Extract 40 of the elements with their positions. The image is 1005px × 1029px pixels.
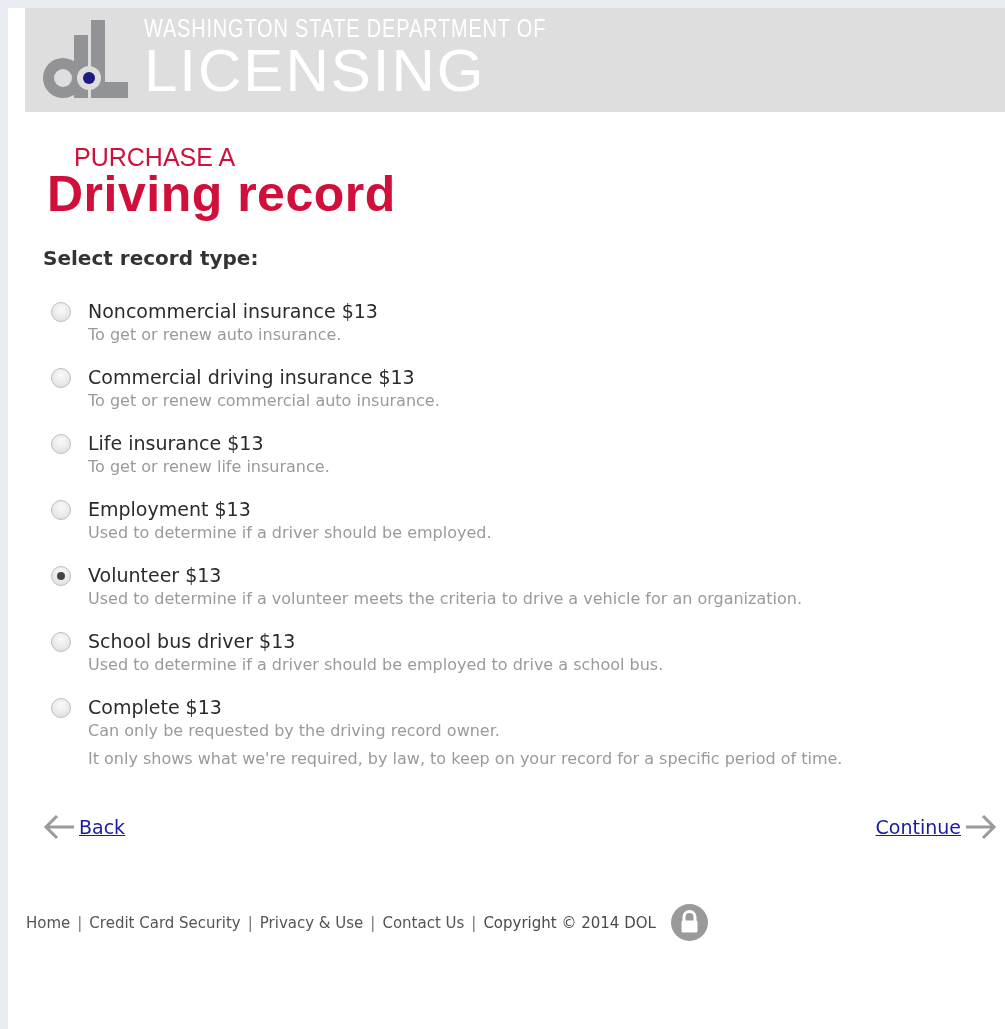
radio-button[interactable] (51, 302, 71, 322)
option-description: To get or renew commercial auto insurance. (88, 390, 440, 412)
option-description: To get or renew life insurance. (88, 456, 330, 478)
footer-separator: | (247, 913, 253, 932)
arrow-left-icon (43, 814, 75, 840)
radio-button[interactable] (51, 632, 71, 652)
footer-link[interactable]: Credit Card Security (89, 913, 241, 932)
footer-separator: | (471, 913, 477, 932)
footer-separator: | (77, 913, 83, 932)
option-label: Complete $13 (88, 695, 223, 720)
option-description: Used to determine if a driver should be employed to drive a school bus. (88, 654, 664, 676)
page-title: Driving record (47, 168, 397, 220)
option-description: Used to determine if a driver should be employed. (88, 522, 492, 544)
heading-kicker: PURCHASE A (74, 146, 237, 168)
option-description: It only shows what we're required, by law, to keep on your record for a specific period of time. (88, 748, 843, 770)
option-label: Volunteer $13 (88, 563, 223, 588)
radio-button[interactable] (51, 566, 71, 586)
footer-separator: | (370, 913, 376, 932)
footer-link[interactable]: Privacy & Use (259, 913, 364, 932)
continue-link[interactable]: Continue (875, 816, 961, 838)
back-link[interactable]: Back (79, 816, 126, 838)
radio-button[interactable] (51, 698, 71, 718)
radio-button[interactable] (51, 368, 71, 388)
option-label: School bus driver $13 (88, 629, 297, 654)
option-label: Commercial driving insurance $13 (88, 365, 416, 390)
option-description: To get or renew auto insurance. (88, 324, 343, 346)
option-label: Life insurance $13 (88, 431, 265, 456)
radio-button[interactable] (51, 500, 71, 520)
arrow-right-icon (965, 814, 997, 840)
footer-link[interactable]: Contact Us (382, 913, 465, 932)
lock-icon (670, 904, 708, 941)
option-label: Noncommercial insurance $13 (88, 299, 378, 324)
logo-icon (43, 20, 128, 100)
option-label: Employment $13 (88, 497, 252, 522)
copyright-text: Copyright © 2014 DOL (483, 913, 656, 932)
section-prompt: Select record type: (43, 246, 260, 270)
option-description: Can only be requested by the driving record owner. (88, 720, 501, 742)
option-description: Used to determine if a volunteer meets the criteria to drive a vehicle for an organization. (88, 588, 802, 610)
radio-button[interactable] (51, 434, 71, 454)
footer-link[interactable]: Home (26, 913, 71, 932)
